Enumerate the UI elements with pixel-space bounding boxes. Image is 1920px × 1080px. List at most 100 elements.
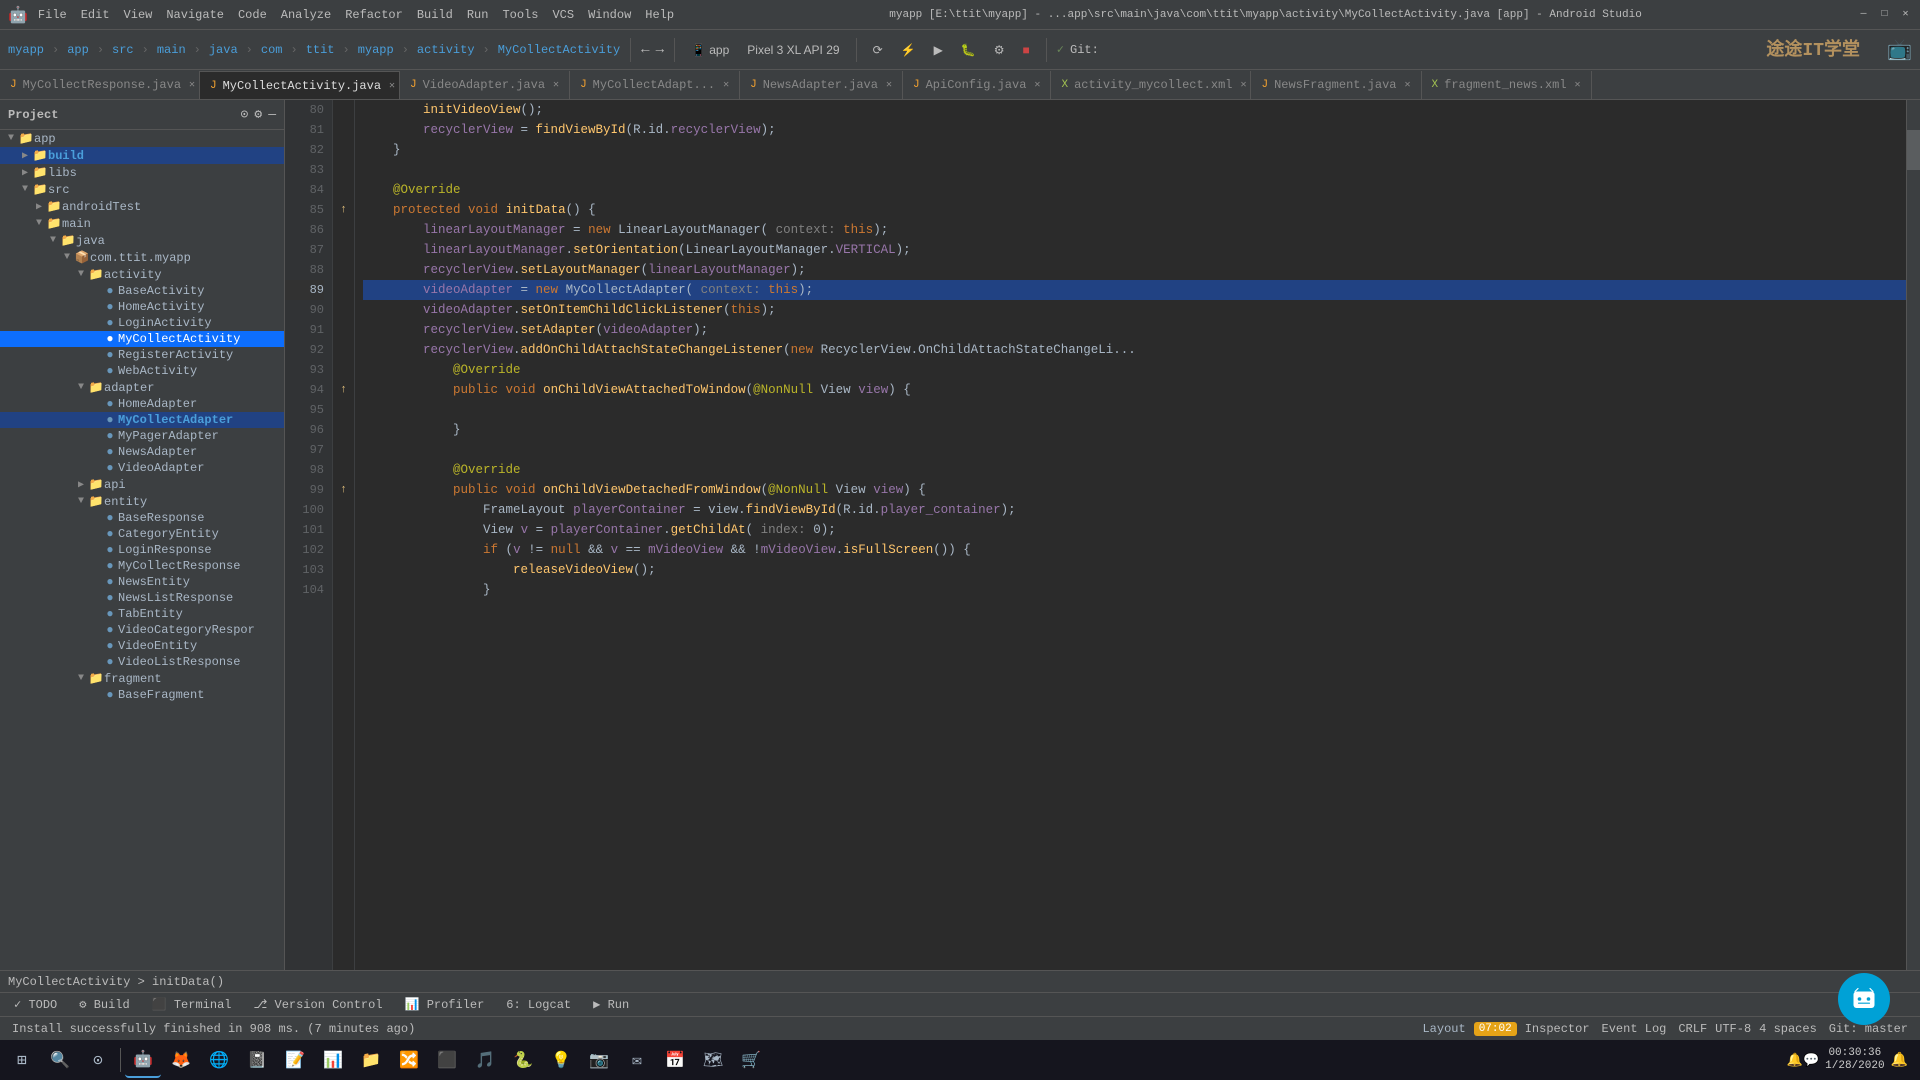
tree-item-homeadapter[interactable]: ● HomeAdapter xyxy=(0,396,284,412)
sidebar-config-icon[interactable]: ⚙ xyxy=(254,107,262,122)
taskbar-python[interactable]: 🐍 xyxy=(505,1042,541,1078)
tree-item-activity-folder[interactable]: ▼ 📁 activity xyxy=(0,266,284,283)
tab-mycollectactivity[interactable]: J MyCollectActivity.java ✕ xyxy=(200,71,400,99)
taskbar-android-studio[interactable]: 🤖 xyxy=(125,1042,161,1078)
tab-close-button[interactable]: ✕ xyxy=(389,80,395,92)
tree-item-homeactivity[interactable]: ● HomeActivity xyxy=(0,299,284,315)
breadcrumb-com[interactable]: com xyxy=(261,43,283,57)
tree-item-main[interactable]: ▼ 📁 main xyxy=(0,215,284,232)
coverage-button[interactable]: ⚙ xyxy=(988,41,1011,59)
taskbar-maps[interactable]: 🗺 xyxy=(695,1042,731,1078)
taskbar-icons-right[interactable]: 🔔💬 xyxy=(1787,1053,1819,1068)
tab-mycollectresponse[interactable]: J MyCollectResponse.java ✕ xyxy=(0,71,200,99)
device-selector[interactable]: 📱 app xyxy=(685,41,735,59)
tree-item-androidtest[interactable]: ▶ 📁 androidTest xyxy=(0,198,284,215)
taskbar-mail[interactable]: ✉ xyxy=(619,1042,655,1078)
taskbar-explorer[interactable]: 📁 xyxy=(353,1042,389,1078)
menu-refactor[interactable]: Refactor xyxy=(345,8,403,22)
menu-vcs[interactable]: VCS xyxy=(552,8,574,22)
menu-view[interactable]: View xyxy=(124,8,153,22)
tree-item-package[interactable]: ▼ 📦 com.ttit.myapp xyxy=(0,249,284,266)
tree-item-loginactivity[interactable]: ● LoginActivity xyxy=(0,315,284,331)
tab-close-button[interactable]: ✕ xyxy=(723,79,729,91)
back-icon[interactable]: ← xyxy=(641,42,649,58)
tree-item-build[interactable]: ▶ 📁 build xyxy=(0,147,284,164)
tree-item-videoentity[interactable]: ● VideoEntity xyxy=(0,638,284,654)
breadcrumb-main[interactable]: main xyxy=(157,43,186,57)
scrollbar-thumb[interactable] xyxy=(1907,130,1920,170)
inspector-icon[interactable]: Inspector xyxy=(1525,1022,1590,1036)
tab-close-button[interactable]: ✕ xyxy=(553,79,559,91)
tab-mycollectadapter[interactable]: J MyCollectAdapt... ✕ xyxy=(570,71,740,99)
tree-item-api-folder[interactable]: ▶ 📁 api xyxy=(0,476,284,493)
tab-apiconfig[interactable]: J ApiConfig.java ✕ xyxy=(903,71,1051,99)
tab-close-button[interactable]: ✕ xyxy=(1404,79,1410,91)
taskbar-terminal[interactable]: ⬛ xyxy=(429,1042,465,1078)
tree-item-webactivity[interactable]: ● WebActivity xyxy=(0,363,284,379)
tab-close-button[interactable]: ✕ xyxy=(189,79,195,91)
tree-item-newsadapter[interactable]: ● NewsAdapter xyxy=(0,444,284,460)
taskbar-music[interactable]: 🎵 xyxy=(467,1042,503,1078)
forward-icon[interactable]: → xyxy=(656,42,664,58)
panel-tab-vcs[interactable]: ⎇ Version Control xyxy=(243,995,392,1014)
tab-newsadapter[interactable]: J NewsAdapter.java ✕ xyxy=(740,71,903,99)
refresh-button[interactable]: ⟳ xyxy=(867,41,889,59)
menu-edit[interactable]: Edit xyxy=(81,8,110,22)
breadcrumb-java[interactable]: java xyxy=(209,43,238,57)
window-controls[interactable]: — □ ✕ xyxy=(1857,8,1912,21)
taskbar-browser1[interactable]: 🦊 xyxy=(163,1042,199,1078)
menu-analyze[interactable]: Analyze xyxy=(281,8,331,22)
tree-item-mypageradapter[interactable]: ● MyPagerAdapter xyxy=(0,428,284,444)
tree-item-src[interactable]: ▼ 📁 src xyxy=(0,181,284,198)
tree-item-basefragment[interactable]: ● BaseFragment xyxy=(0,687,284,703)
sync-button[interactable]: ⚡ xyxy=(895,41,922,59)
scrollbar[interactable] xyxy=(1906,100,1920,1032)
breadcrumb-mycollectactivity[interactable]: MyCollectActivity xyxy=(498,43,620,57)
taskbar-git[interactable]: 🔀 xyxy=(391,1042,427,1078)
sidebar-collapse-icon[interactable]: — xyxy=(268,107,276,122)
tab-activity-mycollect-xml[interactable]: X activity_mycollect.xml ✕ xyxy=(1051,71,1251,99)
menu-help[interactable]: Help xyxy=(645,8,674,22)
menu-file[interactable]: File xyxy=(38,8,67,22)
tree-item-mycollectadapter[interactable]: ● MyCollectAdapter xyxy=(0,412,284,428)
stop-button[interactable]: ■ xyxy=(1017,41,1036,59)
menu-navigate[interactable]: Navigate xyxy=(166,8,224,22)
breadcrumb-activity[interactable]: activity xyxy=(417,43,475,57)
tree-item-newsentity[interactable]: ● NewsEntity xyxy=(0,574,284,590)
breadcrumb-ttit[interactable]: ttit xyxy=(306,43,335,57)
taskbar-idea[interactable]: 💡 xyxy=(543,1042,579,1078)
run-config-button[interactable]: ▶ xyxy=(928,41,949,59)
tree-item-entity-folder[interactable]: ▼ 📁 entity xyxy=(0,493,284,510)
panel-tab-run[interactable]: ▶ Run xyxy=(583,995,639,1014)
tree-item-baseactivity[interactable]: ● BaseActivity xyxy=(0,283,284,299)
tree-item-categoryentity[interactable]: ● CategoryEntity xyxy=(0,526,284,542)
cortana-button[interactable]: ⊙ xyxy=(80,1042,116,1078)
breadcrumb-app[interactable]: app xyxy=(67,43,89,57)
taskbar-calendar[interactable]: 📅 xyxy=(657,1042,693,1078)
tree-item-mycollectactivity[interactable]: ● MyCollectActivity xyxy=(0,331,284,347)
panel-tab-todo[interactable]: ✓ TODO xyxy=(4,995,67,1014)
code-editor[interactable]: 80 81 82 83 84 85 86 87 88 89 90 91 92 9… xyxy=(285,100,1920,1032)
search-button[interactable]: 🔍 xyxy=(42,1042,78,1078)
taskbar-onenote[interactable]: 📓 xyxy=(239,1042,275,1078)
avd-selector[interactable]: Pixel 3 XL API 29 xyxy=(741,41,845,59)
tree-item-baseresponse[interactable]: ● BaseResponse xyxy=(0,510,284,526)
maximize-button[interactable]: □ xyxy=(1878,8,1891,21)
breadcrumb-myapp2[interactable]: myapp xyxy=(358,43,394,57)
sidebar-scope-icon[interactable]: ⊙ xyxy=(241,107,249,122)
tree-item-adapter-folder[interactable]: ▼ 📁 adapter xyxy=(0,379,284,396)
tree-item-java[interactable]: ▼ 📁 java xyxy=(0,232,284,249)
menu-run[interactable]: Run xyxy=(467,8,489,22)
tree-item-fragment-folder[interactable]: ▼ 📁 fragment xyxy=(0,670,284,687)
tab-close-button[interactable]: ✕ xyxy=(1034,79,1040,91)
panel-tab-profiler[interactable]: 📊 Profiler xyxy=(395,995,495,1014)
tree-item-videocategoryresponse[interactable]: ● VideoCategoryRespor xyxy=(0,622,284,638)
sidebar-icons[interactable]: ⊙ ⚙ — xyxy=(241,107,276,122)
layout-indicator[interactable]: Layout xyxy=(1422,1022,1465,1036)
event-log-label[interactable]: Event Log xyxy=(1602,1022,1667,1036)
tree-item-loginresponse[interactable]: ● LoginResponse xyxy=(0,542,284,558)
panel-tab-build[interactable]: ⚙ Build xyxy=(69,995,139,1014)
menu-tools[interactable]: Tools xyxy=(502,8,538,22)
debug-button[interactable]: 🐛 xyxy=(955,41,982,59)
start-button[interactable]: ⊞ xyxy=(4,1042,40,1078)
